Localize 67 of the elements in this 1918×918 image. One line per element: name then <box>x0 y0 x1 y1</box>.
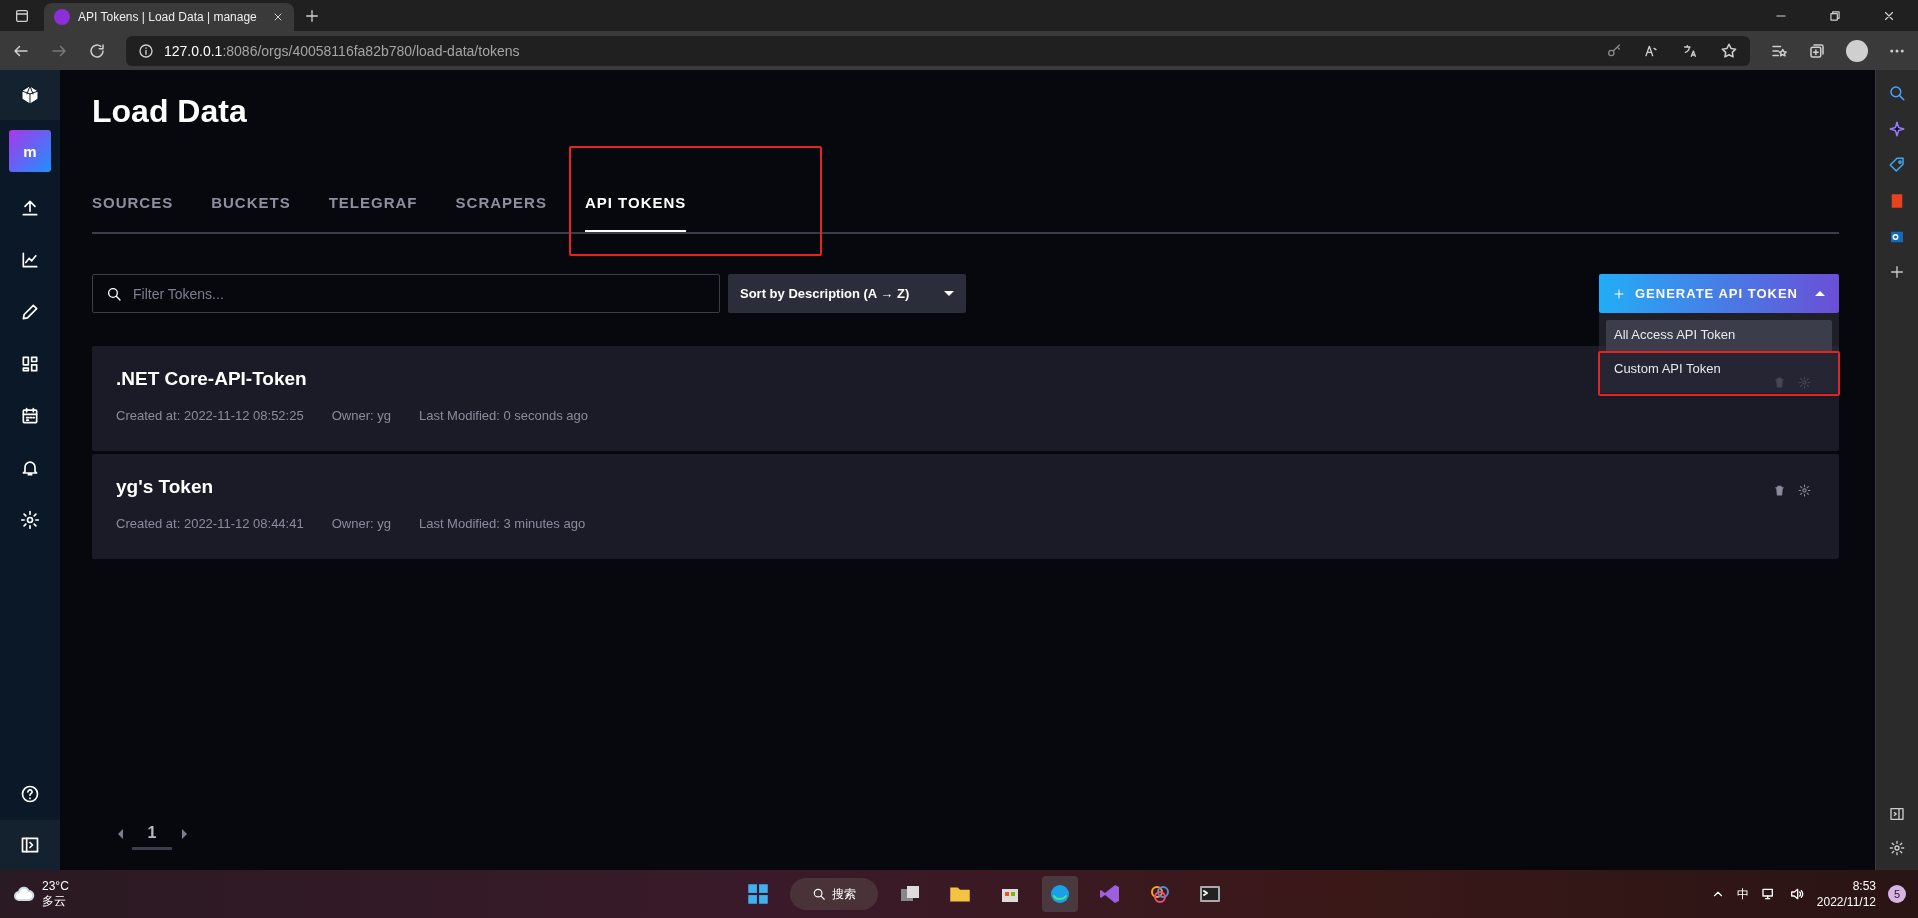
caret-icon <box>944 291 954 296</box>
line-chart-icon[interactable] <box>20 250 40 270</box>
search-icon[interactable] <box>1888 84 1906 102</box>
restore-icon[interactable] <box>1828 8 1842 23</box>
dashboard-grid-icon[interactable] <box>20 354 40 374</box>
search-icon <box>812 887 826 901</box>
speaker-icon[interactable] <box>1788 886 1805 902</box>
tag-icon[interactable] <box>1888 156 1906 174</box>
tab[interactable]: BUCKETS <box>211 176 291 232</box>
collections-icon[interactable] <box>1808 41 1826 60</box>
notification-badge[interactable]: 5 <box>1888 885 1906 903</box>
token-name[interactable]: yg's Token <box>116 476 1815 498</box>
browser-icon[interactable] <box>1048 882 1072 906</box>
url-path: :8086/orgs/40058116fa82b780/load-data/tokens <box>222 42 520 59</box>
sparkle-icon[interactable] <box>1888 120 1906 138</box>
org-avatar[interactable]: m <box>9 130 51 172</box>
tab[interactable]: TELEGRAF <box>328 176 418 232</box>
created-date: Created at: 2022-11-12 08:52:25 <box>116 408 304 423</box>
weather-text: 多云 <box>42 894 67 909</box>
tab[interactable]: SOURCES <box>92 176 174 232</box>
plus-icon <box>1613 287 1625 300</box>
help-icon[interactable] <box>20 784 40 804</box>
calendar-icon[interactable] <box>20 406 40 426</box>
last-modified: Last Modified: 0 seconds ago <box>418 408 589 423</box>
new-tab-icon[interactable] <box>304 7 320 24</box>
token-owner: Owner: yg <box>331 408 391 423</box>
temperature-text: 23°C <box>42 879 69 894</box>
favorite-icon[interactable] <box>1720 41 1738 60</box>
page-title: Load Data <box>92 92 248 131</box>
panel-icon[interactable] <box>1889 806 1905 822</box>
info-icon <box>138 42 154 59</box>
generate-token-button[interactable]: GENERATE API TOKEN <box>1599 274 1839 313</box>
bell-icon[interactable] <box>20 458 40 478</box>
tab[interactable]: API TOKENS <box>584 176 687 232</box>
search-icon <box>106 286 122 302</box>
taskbar-search[interactable]: 搜索 <box>790 878 878 910</box>
sort-dropdown[interactable]: Sort by Description (A → Z) <box>728 274 966 313</box>
page-button[interactable]: 1 <box>132 818 172 850</box>
caret-icon <box>1815 291 1825 296</box>
expand-sidebar-icon[interactable] <box>20 835 40 855</box>
url-host: 127.0.0.1 <box>164 42 223 59</box>
code-editor-icon[interactable] <box>1098 882 1122 906</box>
input-method[interactable]: 中 <box>1736 885 1749 903</box>
close-icon[interactable] <box>272 11 284 23</box>
browser-tab[interactable]: API Tokens | Load Data | manage <box>44 3 294 31</box>
profile-avatar <box>1846 39 1868 62</box>
tab-title: API Tokens | Load Data | manage <box>78 10 258 24</box>
clock[interactable]: 8:53 2022/11/12 <box>1816 878 1876 910</box>
last-modified: Last Modified: 3 minutes ago <box>418 516 586 531</box>
filter-field[interactable]: Filter Tokens... <box>92 274 720 313</box>
token-owner: Owner: yg <box>331 516 391 531</box>
start-icon[interactable] <box>745 881 771 907</box>
pencil-icon[interactable] <box>20 302 40 322</box>
tab[interactable]: SCRAPERS <box>455 176 547 232</box>
add-icon[interactable] <box>1889 264 1905 280</box>
tab-actions-icon[interactable] <box>14 7 30 24</box>
address-bar[interactable]: 127.0.0.1:8086/orgs/40058116fa82b780/load-data/tokens <box>126 35 1750 66</box>
reload-icon[interactable] <box>88 41 106 60</box>
site-favicon-icon <box>54 9 70 25</box>
upload-icon[interactable] <box>20 198 40 218</box>
translate-icon[interactable] <box>1682 42 1698 59</box>
menu-item[interactable]: Custom API Token <box>1606 354 1832 386</box>
settings-icon[interactable] <box>1889 840 1905 856</box>
trash-icon[interactable] <box>1773 484 1786 497</box>
menu-item[interactable]: All Access API Token <box>1606 320 1832 352</box>
key-icon[interactable] <box>1606 42 1622 59</box>
created-date: Created at: 2022-11-12 08:44:41 <box>116 516 304 531</box>
